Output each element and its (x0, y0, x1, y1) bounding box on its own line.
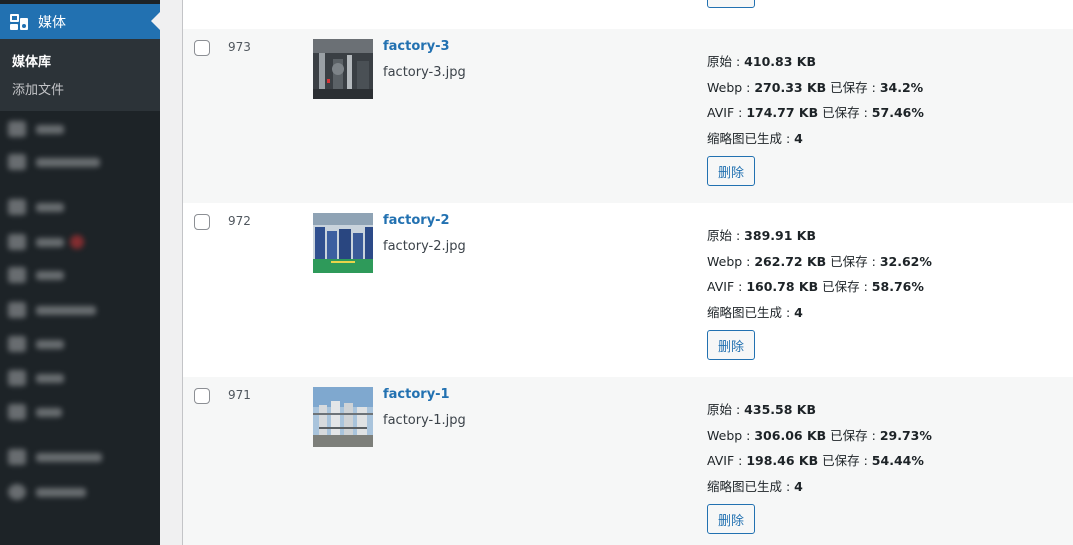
original-size-line: 原始 : 435.58 KB (707, 402, 816, 417)
delete-button[interactable]: 删除 (707, 156, 755, 186)
media-filename: factory-1.jpg (383, 413, 466, 428)
row-checkbox[interactable] (194, 214, 210, 230)
main-content: 973 factory-3 factory-3.jpg 原始 : 410.83 … (160, 0, 1073, 545)
blurred-menu-item[interactable] (8, 199, 64, 215)
media-icon (8, 13, 30, 31)
menu-item-media-label: 媒体 (38, 14, 66, 31)
blurred-menu-item[interactable] (8, 121, 64, 137)
media-filename: factory-2.jpg (383, 239, 466, 254)
submenu-item-add-new[interactable]: 添加文件 (12, 79, 64, 98)
blurred-menu-item[interactable] (8, 234, 84, 250)
blurred-menu-item[interactable] (8, 302, 96, 318)
media-list-table: 973 factory-3 factory-3.jpg 原始 : 410.83 … (182, 0, 1073, 545)
blurred-menu-item[interactable] (8, 267, 64, 283)
blurred-menu-item[interactable] (8, 449, 102, 465)
media-title-link[interactable]: factory-2 (383, 213, 450, 228)
blurred-menu-item[interactable] (8, 336, 64, 352)
blurred-menu-item[interactable] (8, 484, 86, 500)
blurred-menu-item[interactable] (8, 154, 100, 170)
webp-size-line: Webp : 306.06 KB 已保存 : 29.73% (707, 427, 932, 443)
avif-size-line: AVIF : 198.46 KB 已保存 : 54.44% (707, 453, 924, 468)
media-thumbnail[interactable] (313, 387, 373, 447)
media-submenu: 媒体库 添加文件 (0, 39, 160, 111)
blurred-menu-item[interactable] (8, 370, 64, 386)
current-menu-arrow (151, 12, 160, 30)
delete-button[interactable] (707, 0, 755, 8)
media-title-link[interactable]: factory-3 (383, 39, 450, 54)
row-checkbox[interactable] (194, 40, 210, 56)
original-size-line: 原始 : 410.83 KB (707, 54, 816, 69)
optimization-stats: 原始 : 389.91 KB Webp : 262.72 KB 已保存 : 32… (707, 226, 932, 360)
blurred-menu-item[interactable] (8, 404, 62, 420)
table-row: 971 factory-1 factory-1.jpg 原始 : 435.58 … (183, 377, 1073, 545)
delete-button[interactable]: 删除 (707, 330, 755, 360)
avif-size-line: AVIF : 174.77 KB 已保存 : 57.46% (707, 105, 924, 120)
media-id: 972 (228, 214, 251, 228)
admin-sidebar: 媒体 媒体库 添加文件 (0, 0, 160, 545)
optimization-stats: 原始 : 410.83 KB Webp : 270.33 KB 已保存 : 34… (707, 52, 924, 186)
thumbnails-generated-line: 缩略图已生成 : 4 (707, 478, 803, 494)
media-thumbnail[interactable] (313, 39, 373, 99)
media-id: 971 (228, 388, 251, 402)
media-thumbnail[interactable] (313, 213, 373, 273)
avif-size-line: AVIF : 160.78 KB 已保存 : 58.76% (707, 279, 924, 294)
menu-item-media[interactable]: 媒体 (0, 4, 160, 39)
webp-size-line: Webp : 270.33 KB 已保存 : 34.2% (707, 79, 924, 95)
submenu-item-library[interactable]: 媒体库 (12, 51, 51, 70)
optimization-stats: 原始 : 435.58 KB Webp : 306.06 KB 已保存 : 29… (707, 400, 932, 534)
media-filename: factory-3.jpg (383, 65, 466, 80)
row-checkbox[interactable] (194, 388, 210, 404)
table-row: 973 factory-3 factory-3.jpg 原始 : 410.83 … (183, 29, 1073, 203)
thumbnails-generated-line: 缩略图已生成 : 4 (707, 304, 803, 320)
thumbnails-generated-line: 缩略图已生成 : 4 (707, 130, 803, 146)
webp-size-line: Webp : 262.72 KB 已保存 : 32.62% (707, 253, 932, 269)
table-row (183, 0, 1073, 29)
delete-button[interactable]: 删除 (707, 504, 755, 534)
table-row: 972 factory-2 factory-2.jpg 原始 : 389.91 … (183, 203, 1073, 377)
original-size-line: 原始 : 389.91 KB (707, 228, 816, 243)
media-title-link[interactable]: factory-1 (383, 387, 450, 402)
media-id: 973 (228, 40, 251, 54)
